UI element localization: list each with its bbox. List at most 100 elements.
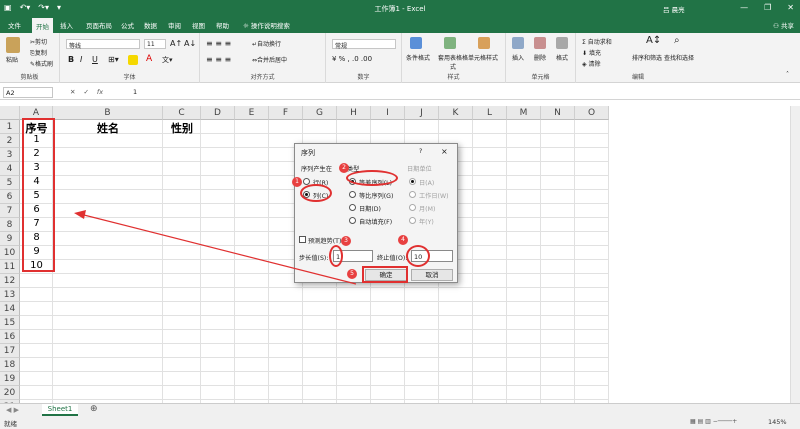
radio-date[interactable]: [349, 204, 356, 211]
row-header-10[interactable]: 10: [0, 246, 20, 260]
row-header-13[interactable]: 13: [0, 288, 20, 302]
format-painter-button[interactable]: ✎格式刷: [30, 59, 53, 68]
radio-growth[interactable]: [349, 191, 356, 198]
column-header-b[interactable]: B: [53, 106, 163, 120]
zoom-level[interactable]: 145%: [768, 418, 787, 426]
fill-color-icon[interactable]: [128, 55, 138, 65]
magnifier-icon[interactable]: ⌕: [674, 35, 680, 46]
row-header-18[interactable]: 18: [0, 358, 20, 372]
border-icon[interactable]: ⊞▾: [108, 55, 119, 64]
row-header-7[interactable]: 7: [0, 204, 20, 218]
tab-view[interactable]: 视图: [192, 20, 205, 30]
paste-icon[interactable]: [6, 37, 20, 53]
font-size-select[interactable]: 11: [144, 39, 166, 49]
row-header-2[interactable]: 2: [0, 134, 20, 148]
tab-data[interactable]: 数据: [144, 20, 157, 30]
formula-input[interactable]: 1: [133, 88, 137, 96]
sheet-tab-sheet1[interactable]: Sheet1: [42, 404, 78, 416]
align-top-icon[interactable]: ≡ ≡ ≡: [206, 39, 231, 48]
row-header-20[interactable]: 20: [0, 386, 20, 400]
column-header-i[interactable]: I: [371, 106, 405, 120]
insert-button[interactable]: 插入: [512, 53, 524, 62]
row-header-3[interactable]: 3: [0, 148, 20, 162]
delete-cells-icon[interactable]: [534, 37, 546, 49]
tell-me-search[interactable]: ☼ 操作说明搜索: [243, 20, 290, 30]
insert-cells-icon[interactable]: [512, 37, 524, 49]
phonetic-icon[interactable]: 文▾: [162, 55, 173, 65]
row-header-17[interactable]: 17: [0, 344, 20, 358]
format-button[interactable]: 格式: [556, 53, 568, 62]
row-header-6[interactable]: 6: [0, 190, 20, 204]
conditional-format-icon[interactable]: [410, 37, 422, 49]
cancel-button[interactable]: 取消: [411, 269, 453, 281]
sheet-nav-icon[interactable]: ◀ ▶: [6, 406, 19, 414]
underline-button[interactable]: U: [92, 55, 98, 64]
increase-font-icon[interactable]: A↑: [170, 39, 182, 48]
vertical-scrollbar[interactable]: [790, 106, 800, 403]
radio-month[interactable]: [409, 204, 416, 211]
table-format-icon[interactable]: [444, 37, 456, 49]
enter-icon[interactable]: ✓: [83, 88, 88, 96]
column-header-e[interactable]: E: [235, 106, 269, 120]
column-header-m[interactable]: M: [507, 106, 541, 120]
radio-autofill[interactable]: [349, 217, 356, 224]
radio-year[interactable]: [409, 217, 416, 224]
minimize-icon[interactable]: —: [740, 3, 748, 12]
autosum-button[interactable]: Σ 自动求和: [582, 37, 612, 46]
row-header-15[interactable]: 15: [0, 316, 20, 330]
tab-formulas[interactable]: 公式: [121, 20, 134, 30]
cell-styles-button[interactable]: 单元格样式: [468, 53, 498, 62]
tab-help[interactable]: 帮助: [216, 20, 229, 30]
restore-icon[interactable]: ❐: [764, 3, 771, 12]
column-header-k[interactable]: K: [439, 106, 473, 120]
trend-checkbox[interactable]: [299, 236, 306, 243]
column-header-n[interactable]: N: [541, 106, 575, 120]
help-icon[interactable]: ?: [419, 148, 422, 155]
add-sheet-icon[interactable]: ⊕: [90, 404, 98, 414]
row-header-4[interactable]: 4: [0, 162, 20, 176]
find-select-button[interactable]: 查找和选择: [664, 53, 694, 62]
font-name-select[interactable]: 等线: [66, 39, 140, 50]
row-header-19[interactable]: 19: [0, 372, 20, 386]
close-icon[interactable]: ✕: [787, 3, 794, 12]
font-color-icon[interactable]: A: [146, 54, 152, 64]
column-header-h[interactable]: H: [337, 106, 371, 120]
row-header-12[interactable]: 12: [0, 274, 20, 288]
view-mode-icons[interactable]: ▦ ▤ ▥ −────+: [690, 418, 737, 425]
cell-b1[interactable]: 姓名: [53, 120, 163, 135]
merge-center-button[interactable]: ⇔合并后居中: [252, 55, 287, 64]
column-header-g[interactable]: G: [303, 106, 337, 120]
format-cells-icon[interactable]: [556, 37, 568, 49]
user-name[interactable]: 吕 晨亮: [663, 4, 685, 14]
sort-filter-icon[interactable]: A↕: [646, 35, 661, 46]
cell-styles-icon[interactable]: [478, 37, 490, 49]
tab-insert[interactable]: 插入: [60, 20, 73, 30]
row-header-8[interactable]: 8: [0, 218, 20, 232]
tab-review[interactable]: 审阅: [168, 20, 181, 30]
tab-page-layout[interactable]: 页面布局: [86, 20, 112, 30]
row-header-16[interactable]: 16: [0, 330, 20, 344]
collapse-ribbon-icon[interactable]: ˄: [786, 71, 789, 78]
currency-icon[interactable]: ¥ % , .0 .00: [332, 55, 372, 63]
radio-weekday[interactable]: [409, 191, 416, 198]
format-as-table-button[interactable]: 套用表格格式: [438, 53, 468, 71]
delete-button[interactable]: 删除: [534, 53, 546, 62]
column-header-o[interactable]: O: [575, 106, 609, 120]
italic-button[interactable]: I: [80, 55, 82, 64]
name-box[interactable]: A2: [3, 87, 53, 98]
column-header-j[interactable]: J: [405, 106, 439, 120]
number-format-select[interactable]: 常规: [332, 39, 396, 50]
share-button[interactable]: ⚇ 共享: [773, 20, 794, 30]
select-all-corner[interactable]: [0, 106, 20, 120]
cancel-icon[interactable]: ✕: [70, 88, 75, 96]
dialog-close-icon[interactable]: ×: [441, 147, 448, 156]
row-header-5[interactable]: 5: [0, 176, 20, 190]
fx-icon[interactable]: fx: [97, 88, 103, 96]
row-header-9[interactable]: 9: [0, 232, 20, 246]
sort-filter-button[interactable]: 排序和筛选: [632, 53, 662, 62]
cut-button[interactable]: ✂剪切: [30, 37, 47, 46]
tab-file[interactable]: 文件: [8, 20, 21, 30]
tab-home[interactable]: 开始: [32, 18, 53, 33]
cell-c1[interactable]: 性别: [163, 120, 201, 135]
clear-button[interactable]: ◈ 清除: [582, 59, 601, 68]
